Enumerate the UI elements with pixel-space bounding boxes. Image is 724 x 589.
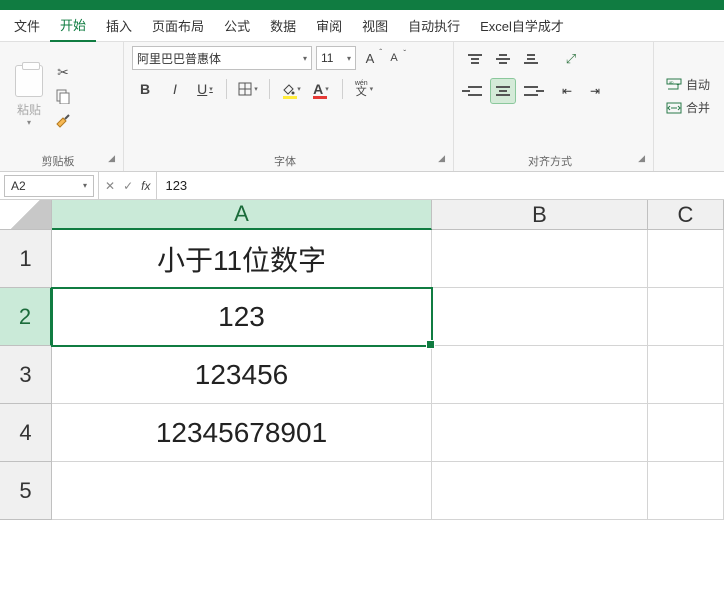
font-group-label: 字体	[274, 156, 296, 168]
align-middle-button[interactable]	[490, 46, 516, 72]
decrease-indent-button[interactable]: ⇤	[554, 78, 580, 104]
menu-item-6[interactable]: 审阅	[306, 10, 352, 41]
cell-B5[interactable]	[432, 462, 648, 520]
alignment-launcher-icon[interactable]: ◢	[638, 153, 645, 164]
cut-icon[interactable]: ✂	[54, 63, 72, 81]
cell-A3[interactable]: 123456	[52, 346, 432, 404]
italic-button[interactable]: I	[162, 76, 188, 102]
column-header-A[interactable]: A	[52, 200, 432, 230]
orientation-button[interactable]: ⤢	[554, 46, 588, 72]
row-header-5[interactable]: 5	[0, 462, 52, 520]
column-header-B[interactable]: B	[432, 200, 648, 230]
cell-C5[interactable]	[648, 462, 724, 520]
align-bottom-button[interactable]	[518, 46, 544, 72]
merge-icon	[666, 100, 682, 116]
name-box[interactable]: A2▾	[4, 175, 94, 197]
wrap-label: 自动	[686, 76, 710, 93]
menu-item-8[interactable]: 自动执行	[398, 10, 470, 41]
merge-label: 合并	[686, 99, 710, 116]
row-header-4[interactable]: 4	[0, 404, 52, 462]
copy-icon[interactable]	[54, 87, 72, 105]
font-size-value: 11	[321, 51, 333, 65]
svg-text:ab: ab	[669, 79, 674, 84]
name-box-value: A2	[11, 179, 26, 193]
ribbon: 粘贴 ▾ ✂ 剪贴板 ◢ 阿里巴巴普惠体▾ 11▾ Aˆ Aˇ	[0, 42, 724, 172]
menu-item-7[interactable]: 视图	[352, 10, 398, 41]
column-header-C[interactable]: C	[648, 200, 724, 230]
cell-B3[interactable]	[432, 346, 648, 404]
cancel-icon[interactable]: ✕	[105, 179, 115, 193]
cell-B4[interactable]	[432, 404, 648, 462]
paste-label: 粘贴	[17, 101, 41, 118]
clipboard-icon	[15, 65, 43, 97]
phonetic-button[interactable]: wén文	[351, 76, 377, 102]
formula-bar: A2▾ ✕ ✓ fx 123	[0, 172, 724, 200]
row-header-2[interactable]: 2	[0, 288, 52, 346]
confirm-icon[interactable]: ✓	[123, 179, 133, 193]
select-all-corner[interactable]	[0, 200, 52, 230]
cell-B2[interactable]	[432, 288, 648, 346]
decrease-font-icon[interactable]: Aˇ	[384, 52, 404, 64]
cell-C2[interactable]	[648, 288, 724, 346]
menu-item-1[interactable]: 开始	[50, 9, 96, 42]
cell-A5[interactable]	[52, 462, 432, 520]
cell-C1[interactable]	[648, 230, 724, 288]
menu-item-4[interactable]: 公式	[214, 10, 260, 41]
title-bar	[0, 0, 724, 10]
cell-A4[interactable]: 12345678901	[52, 404, 432, 462]
menu-item-0[interactable]: 文件	[4, 10, 50, 41]
paste-button[interactable]: 粘贴 ▾	[8, 46, 50, 146]
fx-icon[interactable]: fx	[141, 179, 150, 193]
align-left-button[interactable]	[462, 78, 488, 104]
cell-B1[interactable]	[432, 230, 648, 288]
fill-color-button[interactable]	[278, 76, 304, 102]
grid-rows: 1小于11位数字212331234564123456789015	[0, 230, 724, 520]
clipboard-launcher-icon[interactable]: ◢	[108, 153, 115, 164]
ribbon-group-alignment: ⤢ ⇤ ⇥ 对齐方式 ◢	[454, 42, 654, 171]
column-headers: ABC	[52, 200, 724, 230]
ribbon-group-extra: ab 自动 合并	[654, 42, 724, 171]
font-size-select[interactable]: 11▾	[316, 46, 356, 70]
cell-A1[interactable]: 小于11位数字	[52, 230, 432, 288]
align-right-button[interactable]	[518, 78, 544, 104]
wrap-text-button[interactable]: ab 自动	[666, 76, 716, 93]
increase-indent-button[interactable]: ⇥	[582, 78, 608, 104]
underline-button[interactable]: U	[192, 76, 218, 102]
format-painter-icon[interactable]	[54, 111, 72, 129]
align-top-button[interactable]	[462, 46, 488, 72]
cell-A2[interactable]: 123	[52, 288, 432, 346]
clipboard-group-label: 剪贴板	[42, 156, 75, 168]
increase-font-icon[interactable]: Aˆ	[360, 51, 380, 66]
font-family-value: 阿里巴巴普惠体	[137, 50, 221, 67]
font-family-select[interactable]: 阿里巴巴普惠体▾	[132, 46, 312, 70]
row-header-1[interactable]: 1	[0, 230, 52, 288]
merge-button[interactable]: 合并	[666, 99, 716, 116]
cell-C4[interactable]	[648, 404, 724, 462]
font-color-button[interactable]: A	[308, 76, 334, 102]
menu-item-3[interactable]: 页面布局	[142, 10, 214, 41]
formula-controls: ✕ ✓ fx	[98, 172, 157, 199]
ribbon-group-clipboard: 粘贴 ▾ ✂ 剪贴板 ◢	[0, 42, 124, 171]
align-center-button[interactable]	[490, 78, 516, 104]
spreadsheet-grid: ABC 1小于11位数字212331234564123456789015	[0, 200, 724, 520]
menu-item-5[interactable]: 数据	[260, 10, 306, 41]
wrap-icon: ab	[666, 77, 682, 93]
alignment-group-label: 对齐方式	[528, 156, 572, 168]
font-launcher-icon[interactable]: ◢	[438, 153, 445, 164]
cell-C3[interactable]	[648, 346, 724, 404]
row-header-3[interactable]: 3	[0, 346, 52, 404]
menu-bar: 文件开始插入页面布局公式数据审阅视图自动执行Excel自学成才	[0, 10, 724, 42]
menu-item-9[interactable]: Excel自学成才	[470, 10, 574, 41]
menu-item-2[interactable]: 插入	[96, 10, 142, 41]
ribbon-group-font: 阿里巴巴普惠体▾ 11▾ Aˆ Aˇ B I U A	[124, 42, 454, 171]
bold-button[interactable]: B	[132, 76, 158, 102]
border-button[interactable]	[235, 76, 261, 102]
formula-input[interactable]: 123	[157, 178, 724, 193]
